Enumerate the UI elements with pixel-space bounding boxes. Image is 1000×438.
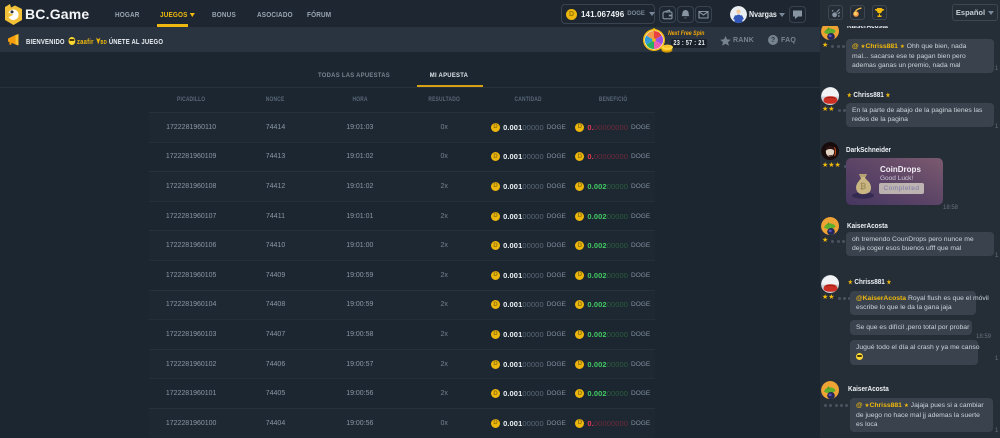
svg-text:₿: ₿: [860, 182, 867, 191]
